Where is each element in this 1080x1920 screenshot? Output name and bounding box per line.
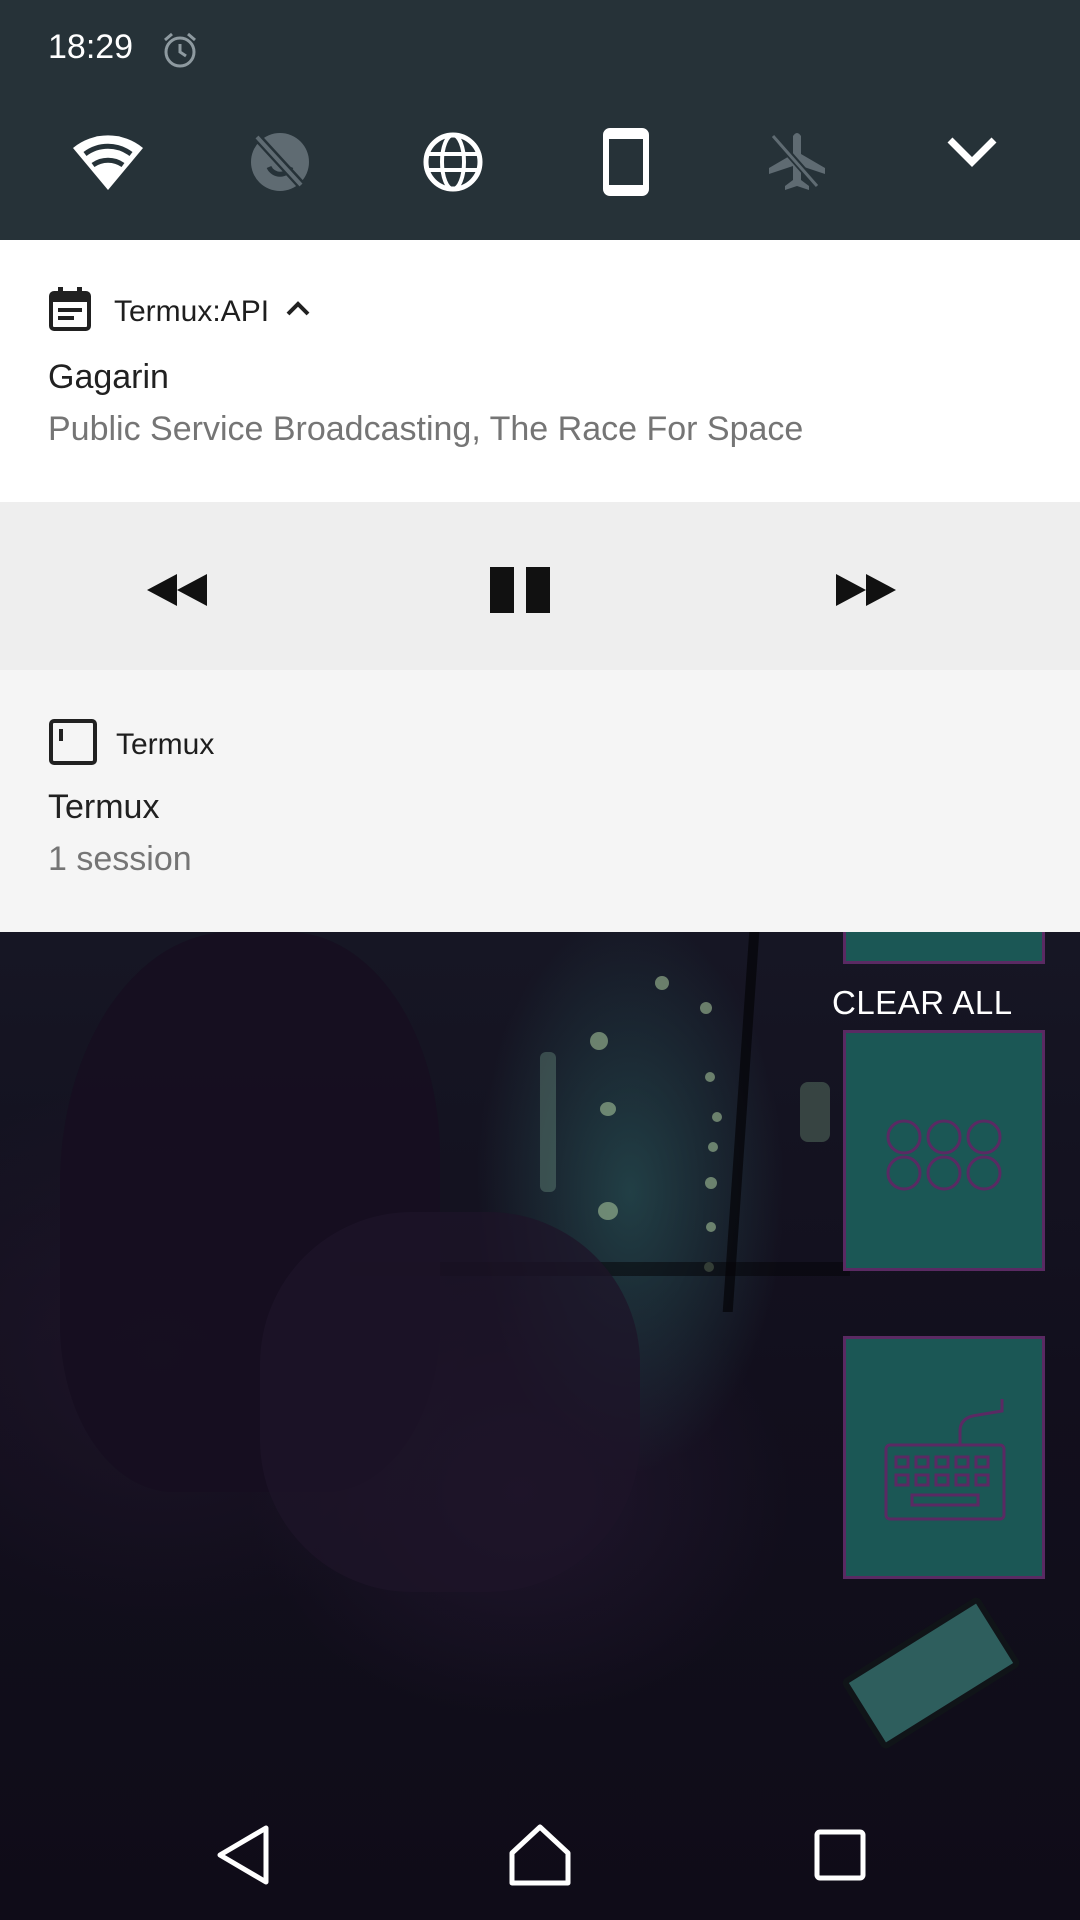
track-artist-album: Public Service Broadcasting, The Race Fo… <box>48 410 804 448</box>
back-icon[interactable] <box>203 1815 283 1895</box>
keyboard-icon <box>882 1395 1012 1530</box>
app-name: Termux <box>116 727 215 761</box>
app-grid-icon <box>884 1117 1008 1198</box>
recents-icon[interactable] <box>800 1815 880 1895</box>
clock: 18:29 <box>48 28 134 66</box>
termux-notification[interactable]: Termux Termux 1 session <box>0 670 1080 932</box>
widget-tile[interactable] <box>843 932 1045 964</box>
app-row: Termux:API <box>48 286 311 337</box>
fast-forward-icon[interactable] <box>826 550 906 630</box>
notification-title: Termux <box>48 788 160 826</box>
media-notification[interactable]: Termux:API Gagarin Public Service Broadc… <box>0 240 1080 502</box>
keyboard-widget-tile[interactable] <box>843 1336 1045 1579</box>
calendar-icon <box>48 286 92 337</box>
rewind-icon[interactable] <box>137 550 217 630</box>
media-controls <box>0 502 1080 672</box>
chevron-up-icon[interactable] <box>285 300 311 323</box>
clear-all-button[interactable]: CLEAR ALL <box>832 984 1013 1022</box>
app-name: Termux:API <box>114 294 270 328</box>
wifi-icon[interactable] <box>68 122 148 202</box>
terminal-icon <box>48 718 98 771</box>
chevron-down-icon[interactable] <box>932 112 1012 192</box>
phone-rotation-icon[interactable] <box>586 122 666 202</box>
notification-text: 1 session <box>48 840 192 878</box>
home-icon[interactable] <box>500 1815 580 1895</box>
alarm-icon <box>160 30 200 70</box>
data-saver-off-icon[interactable] <box>240 122 320 202</box>
airplane-mode-icon[interactable] <box>757 122 837 202</box>
globe-icon[interactable] <box>413 122 493 202</box>
apps-widget-tile[interactable] <box>843 1030 1045 1271</box>
app-row: Termux <box>48 718 214 771</box>
track-title: Gagarin <box>48 358 169 396</box>
pause-icon[interactable] <box>481 550 561 630</box>
